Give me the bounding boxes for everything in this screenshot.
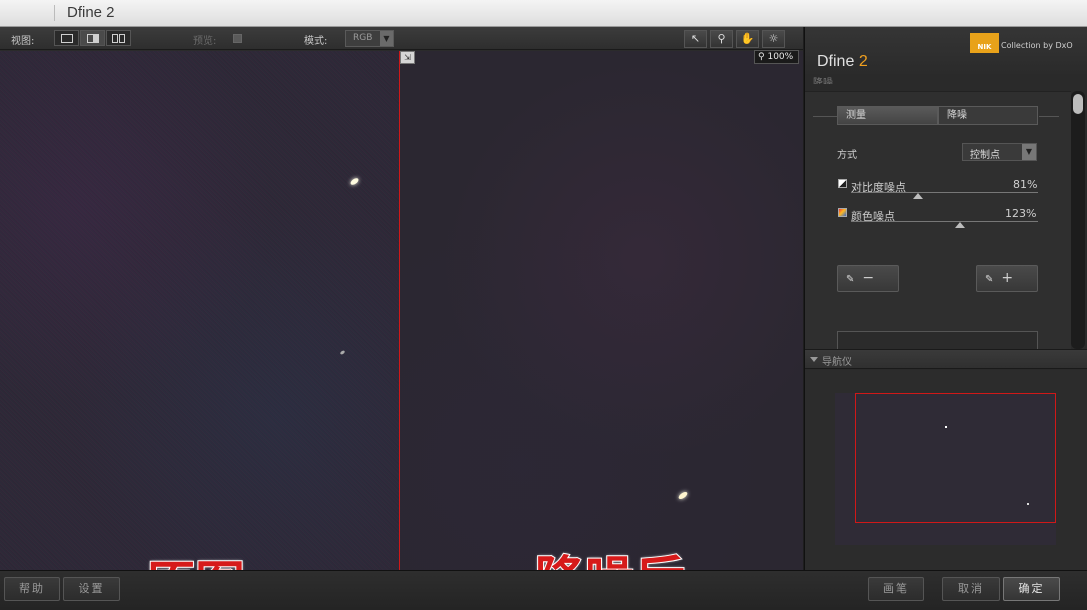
tab-reduce[interactable]: 降噪 [938,106,1038,125]
navigator-viewport-rect[interactable] [855,393,1056,523]
view-label: 视图: [11,36,35,47]
brush-button[interactable]: 画笔 [868,577,924,601]
section-title: 降噪 [813,78,833,84]
hand-tool-button[interactable]: ✋ [736,30,759,48]
single-view-button[interactable] [54,30,79,46]
method-value: 控制点 [970,150,1000,161]
denoised-image[interactable] [400,51,803,570]
remove-control-point-button[interactable]: ✎ − [837,265,899,292]
plus-icon: + [1001,270,1014,286]
bottom-bar: 帮助 设置 画笔 取消 确定 [0,570,1087,610]
hand-icon: ✋ [740,32,755,45]
arrow-tool-button[interactable]: ↖ [684,30,707,48]
navigator-panel [805,370,1087,570]
nik-logo: NIK [970,33,999,53]
color-noise-value: 123% [1005,207,1037,220]
split-divider[interactable] [399,51,400,570]
navigator-thumbnail[interactable] [835,393,1056,545]
contrast-noise-slider[interactable] [851,192,1038,193]
side-by-side-right-icon [119,33,125,43]
single-view-icon [60,33,73,43]
control-point-pen-icon: ✎ [846,274,855,285]
control-panel: NIK Collection by DxO Dfine 2 降噪 测量 降噪 方… [804,27,1087,570]
light-bulb-icon: ☼ [768,32,779,45]
collapse-triangle-icon [810,357,818,362]
side-by-side-left-icon [112,33,118,43]
noise-reduction-section [805,91,1071,349]
help-button[interactable]: 帮助 [4,577,60,601]
zoom-indicator: ⚲ 100% [754,50,799,64]
side-by-side-view-button[interactable] [106,30,131,46]
control-point-list [837,331,1038,349]
collection-text: Collection by DxO [1001,41,1073,50]
star-point [349,176,360,187]
navigator-title: 导航仪 [822,357,852,368]
star-point [339,349,346,356]
method-select[interactable]: 控制点 ▼ [962,143,1037,161]
preview-label: 预览: [193,36,217,47]
product-name: Dfine [817,53,855,70]
product-version: 2 [858,53,868,70]
color-noise-icon [838,208,847,217]
contrast-noise-icon [838,179,847,188]
method-label: 方式 [837,150,857,161]
window-title: Dfine 2 [67,4,115,21]
title-separator [54,5,55,21]
split-view-icon [86,33,99,43]
tab-divider-right [1039,116,1059,117]
star-point [1027,503,1029,505]
title-bar: Dfine 2 [0,0,1087,27]
add-control-point-button[interactable]: ✎ + [976,265,1038,292]
light-tool-button[interactable]: ☼ [762,30,785,48]
zoom-icon: ⚲ [758,52,765,62]
panel-scrollbar[interactable] [1071,91,1085,349]
contrast-noise-slider-thumb[interactable] [913,193,923,199]
tab-divider-left [813,116,837,117]
navigator-header[interactable]: 导航仪 [805,349,1087,369]
magnifier-icon: ⚲ [717,32,726,45]
color-noise-slider-thumb[interactable] [955,222,965,228]
product-title: Dfine 2 [817,53,868,71]
split-view-button[interactable] [80,30,105,46]
zoom-tool-button[interactable]: ⚲ [710,30,733,48]
preview-area: 视图: 预览: 模式: RGB ▼ ↖ ⚲ ✋ ☼ ⇲ ⚲ 100% 原图 [0,27,803,610]
star-point [677,490,689,501]
swap-split-button[interactable]: ⇲ [400,51,415,64]
zoom-value: 100% [767,52,794,62]
chevron-down-icon: ▼ [1022,144,1036,160]
mode-select[interactable]: RGB ▼ [345,30,394,47]
mode-value: RGB [353,33,373,43]
panel-header: NIK Collection by DxO Dfine 2 [805,27,1087,77]
settings-button[interactable]: 设置 [63,577,120,601]
control-point-pen-icon: ✎ [985,274,994,285]
scrollbar-thumb[interactable] [1073,94,1083,114]
arrow-icon: ↖ [690,32,701,45]
cancel-button[interactable]: 取消 [942,577,1000,601]
original-image[interactable] [0,51,399,570]
contrast-noise-value: 81% [1013,178,1038,191]
preview-checkbox[interactable] [233,34,242,43]
mode-label: 模式: [304,36,328,47]
star-point [945,426,947,428]
color-noise-slider[interactable] [851,221,1038,222]
ok-button[interactable]: 确定 [1003,577,1060,601]
tab-measure[interactable]: 测量 [837,106,938,125]
swap-icon: ⇲ [404,53,411,62]
view-toolbar: 视图: 预览: 模式: RGB ▼ ↖ ⚲ ✋ ☼ [0,27,803,50]
chevron-down-icon: ▼ [380,31,393,46]
minus-icon: − [862,270,875,286]
